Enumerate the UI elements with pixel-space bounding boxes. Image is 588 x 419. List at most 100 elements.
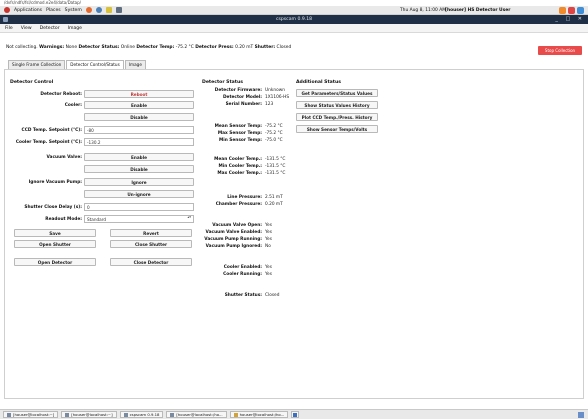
taskbar-item-terminal-1[interactable]: [houser@localhost:~] [3, 411, 59, 418]
user-switcher[interactable]: [houser] HS Detector User [445, 6, 510, 15]
detector-status-row-label: Min Cooler Temp.: [218, 164, 262, 169]
detector-status-row-value: -75.0 °C [265, 138, 283, 143]
email-icon[interactable] [95, 7, 102, 13]
window-controls[interactable]: _ □ ✕ [555, 15, 585, 24]
cooler-enable-button[interactable]: Enable [84, 101, 194, 109]
tab-detector-control-status[interactable]: Detector Control/Status [66, 60, 124, 69]
taskbar-label: houser@localhost:/ho... [239, 412, 285, 417]
taskbar-item-folder[interactable]: houser@localhost:/ho... [229, 411, 289, 418]
window-menu-icon[interactable] [3, 17, 8, 22]
vacuum-enable-button[interactable]: Enable [84, 153, 194, 161]
plot-temp-press-history-button[interactable]: Plot CCD Temp./Press. History [296, 113, 378, 121]
tab-single-frame-collection[interactable]: Single Frame Collection [8, 60, 66, 69]
detector-status-row-label: Shutter Status: [224, 293, 262, 298]
close-detector-button[interactable]: Close Detector [110, 258, 192, 266]
menu-image[interactable]: Image [68, 26, 82, 31]
warnings-label: Warnings: [39, 45, 65, 50]
detector-status-row-label: Cooler Running: [223, 272, 262, 277]
tab-bar: Single Frame Collection Detector Control… [8, 60, 147, 69]
readout-mode-select[interactable]: Standard [84, 215, 194, 223]
menu-detector[interactable]: Detector [40, 26, 60, 31]
readout-mode-label: Readout Mode: [45, 217, 82, 222]
places-menu[interactable]: Places [46, 6, 61, 15]
show-status-history-button[interactable]: Show Status Values History [296, 101, 378, 109]
alert-icon[interactable] [568, 7, 575, 14]
detector-status-row-label: Max Sensor Temp: [217, 131, 262, 136]
close-shutter-button[interactable]: Close Shutter [110, 240, 192, 248]
ignore-pump-label: Ignore Vacuum Pump: [28, 180, 82, 185]
detector-status-row-value: -131.5 °C [265, 164, 286, 169]
detector-reboot-label: Detector Reboot: [40, 92, 82, 97]
shutter-delay-input[interactable]: 0 [84, 203, 194, 211]
unignore-pump-button[interactable]: Un-ignore [84, 190, 194, 198]
readout-mode-value: Standard [87, 217, 107, 222]
terminal-icon[interactable] [115, 7, 122, 13]
open-shutter-button[interactable]: Open Shutter [14, 240, 96, 248]
cooler-label: Cooler: [64, 103, 82, 108]
ccd-setpoint-input[interactable]: -80 [84, 126, 194, 134]
update-notifier-icon[interactable] [559, 7, 566, 14]
window-title-bar[interactable]: cspscam 0.9.18 _ □ ✕ [0, 15, 588, 24]
app-window-icon [123, 412, 128, 417]
taskbar-item-terminal-3[interactable]: [houser@localhost:/ho... [166, 411, 227, 418]
detector-status-row-value: Closed [265, 293, 280, 298]
taskbar-label: [houser@localhost:/ho... [176, 412, 223, 417]
reboot-button[interactable]: Reboot [84, 90, 194, 98]
detector-status-row-value: -75.2 °C [265, 131, 283, 136]
show-sensor-temps-button[interactable]: Show Sensor Temps/Volts [296, 125, 378, 133]
menu-file[interactable]: File [5, 26, 13, 31]
detector-temp-label: Detector Temp: [136, 45, 175, 50]
system-menu[interactable]: System [65, 6, 82, 15]
cooler-setpoint-input[interactable]: -130.2 [84, 138, 194, 146]
workspace-switcher-icon[interactable] [578, 411, 584, 418]
clock[interactable]: Thu Aug 8, 11:00 AM [400, 6, 446, 15]
cooler-setpoint-label: Cooler Temp. Setpoint (°C): [15, 140, 82, 145]
detector-status-row-value: Yes [265, 237, 272, 242]
save-button[interactable]: Save [14, 229, 96, 237]
taskbar: [houser@localhost:~] [houser@localhost:~… [0, 409, 588, 419]
detector-status-value: Online [120, 45, 135, 50]
cooler-disable-button[interactable]: Disable [84, 113, 194, 121]
terminal-icon [170, 412, 175, 417]
detector-status-row-label: Serial Number: [225, 102, 262, 107]
menu-bar: File View Detector Image [0, 24, 588, 33]
window-title: cspscam 0.9.18 [275, 17, 313, 22]
menu-view[interactable]: View [21, 26, 32, 31]
tab-image[interactable]: Image [124, 60, 146, 69]
notes-icon[interactable] [105, 7, 112, 13]
detector-status-row-value: No [265, 244, 271, 249]
shutter-value: Closed [276, 45, 292, 50]
folder-icon [233, 412, 238, 417]
taskbar-item-extra[interactable] [291, 411, 300, 418]
ccd-setpoint-label: CCD Temp. Setpoint (°C): [21, 128, 82, 133]
vacuum-valve-label: Vacuum Valve: [46, 155, 82, 160]
get-parameters-button[interactable]: Get Parameters/Status Values [296, 89, 378, 97]
detector-status-row-label: Line Pressure: [227, 195, 262, 200]
detector-status-row-value: 2.51 mT [265, 195, 283, 200]
shutter-label: Shutter: [254, 45, 276, 50]
detector-status-row-value: -131.5 °C [265, 157, 286, 162]
collection-state: Not collecting. [6, 45, 38, 50]
additional-status-title: Additional Status [296, 80, 341, 85]
detector-status-row-value: Unknown [265, 88, 285, 93]
detector-status-row-value: Yes [265, 223, 272, 228]
warnings-value: None [65, 45, 78, 50]
detector-control-title: Detector Control [10, 80, 54, 85]
detector-status-row-value: Yes [265, 230, 272, 235]
taskbar-item-terminal-2[interactable]: [houser@localhost:~] [61, 411, 117, 418]
stop-collection-button[interactable]: Stop Collection [538, 46, 582, 55]
firefox-icon[interactable] [85, 7, 92, 13]
revert-button[interactable]: Revert [110, 229, 192, 237]
open-detector-button[interactable]: Open Detector [14, 258, 96, 266]
detector-status-row-label: Mean Sensor Temp: [214, 124, 262, 129]
taskbar-label: [houser@localhost:~] [71, 412, 113, 417]
applications-menu[interactable]: Applications [14, 6, 42, 15]
network-icon[interactable] [577, 7, 584, 14]
detector-status-row-label: Vacuum Valve Enabled: [205, 230, 262, 235]
vacuum-disable-button[interactable]: Disable [84, 165, 194, 173]
top-panel: Applications Places System Thu Aug 8, 11… [0, 6, 588, 15]
detector-status-row-label: Chamber Pressure: [215, 202, 262, 207]
taskbar-item-cspscam[interactable]: cspscam 0.9.18 [119, 411, 164, 418]
detector-press-label: Detector Press: [195, 45, 234, 50]
ignore-pump-button[interactable]: Ignore [84, 178, 194, 186]
